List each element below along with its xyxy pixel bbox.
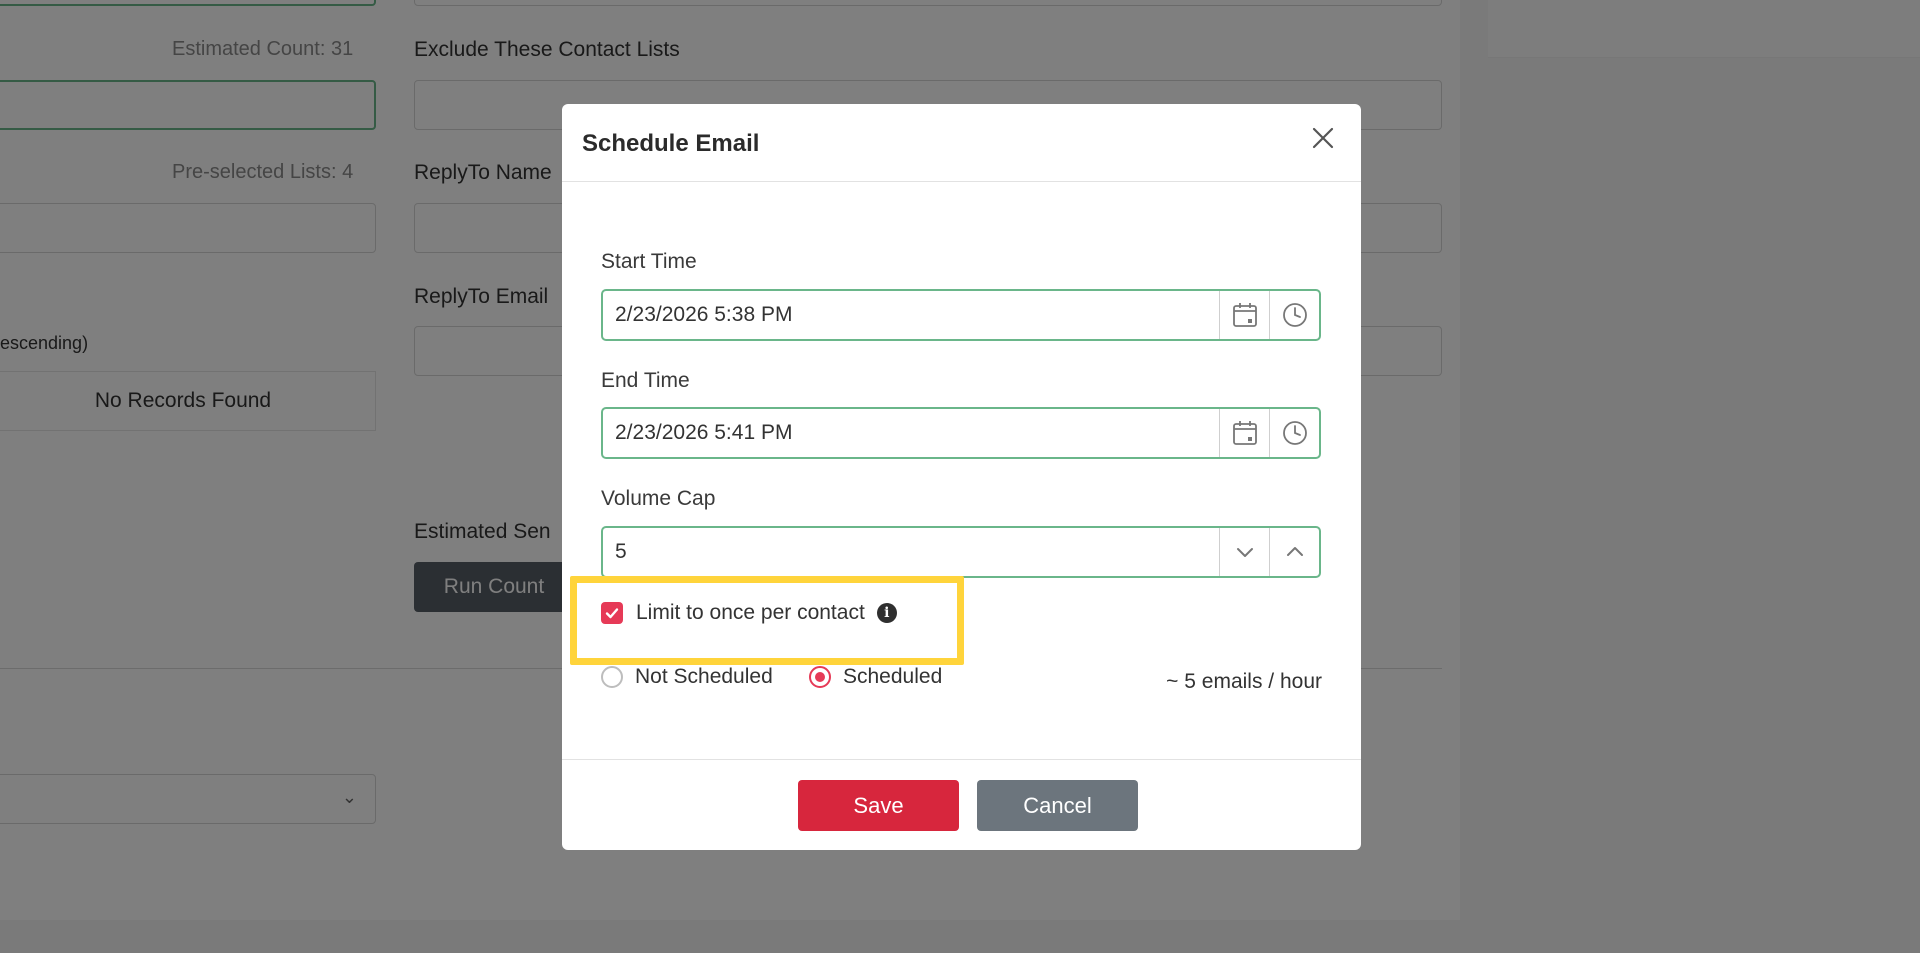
chevron-up-icon: [1286, 547, 1303, 556]
volume-cap-label: Volume Cap: [601, 487, 716, 510]
limit-once-per-contact-label[interactable]: Limit to once per contact: [636, 601, 865, 625]
volume-cap-field: 5: [601, 526, 1321, 578]
end-time-picker-button[interactable]: [1269, 409, 1319, 457]
calendar-icon: [1232, 303, 1257, 327]
chevron-down-icon: [1236, 548, 1253, 557]
clock-icon: [1282, 303, 1307, 327]
volume-increment-button[interactable]: [1269, 528, 1319, 576]
volume-decrement-button[interactable]: [1219, 528, 1269, 576]
volume-cap-input[interactable]: 5: [603, 528, 1219, 576]
close-icon: [1312, 127, 1334, 149]
start-time-input[interactable]: 2/23/2026 5:38 PM: [603, 291, 1219, 339]
end-time-input[interactable]: 2/23/2026 5:41 PM: [603, 409, 1219, 457]
limit-once-per-contact-row: Limit to once per contact i: [601, 601, 897, 625]
limit-once-per-contact-checkbox[interactable]: [601, 602, 623, 624]
radio-not-scheduled-label[interactable]: Not Scheduled: [635, 665, 773, 689]
start-time-label: Start Time: [601, 250, 697, 273]
schedule-email-modal: Schedule Email Start Time 2/23/2026 5:38…: [562, 104, 1361, 850]
info-circle-icon[interactable]: i: [876, 603, 897, 623]
radio-not-scheduled-control[interactable]: [601, 666, 623, 688]
checkmark-icon: [605, 608, 619, 619]
modal-header: Schedule Email: [562, 104, 1361, 182]
clock-icon: [1282, 421, 1307, 445]
radio-scheduled[interactable]: Scheduled: [809, 665, 942, 689]
save-button[interactable]: Save: [798, 780, 959, 831]
close-button[interactable]: [1307, 122, 1339, 154]
end-time-field: 2/23/2026 5:41 PM: [601, 407, 1321, 459]
start-date-picker-button[interactable]: [1219, 291, 1269, 339]
radio-scheduled-label[interactable]: Scheduled: [843, 665, 942, 689]
start-time-picker-button[interactable]: [1269, 291, 1319, 339]
calendar-icon: [1232, 421, 1257, 445]
end-date-picker-button[interactable]: [1219, 409, 1269, 457]
modal-footer: Save Cancel: [562, 759, 1361, 850]
modal-title: Schedule Email: [582, 130, 760, 157]
radio-scheduled-control[interactable]: [809, 666, 831, 688]
start-time-field: 2/23/2026 5:38 PM: [601, 289, 1321, 341]
end-time-label: End Time: [601, 369, 690, 392]
cancel-button[interactable]: Cancel: [977, 780, 1138, 831]
emails-per-hour-text: ~ 5 emails / hour: [1166, 670, 1322, 693]
radio-not-scheduled[interactable]: Not Scheduled: [601, 665, 773, 689]
